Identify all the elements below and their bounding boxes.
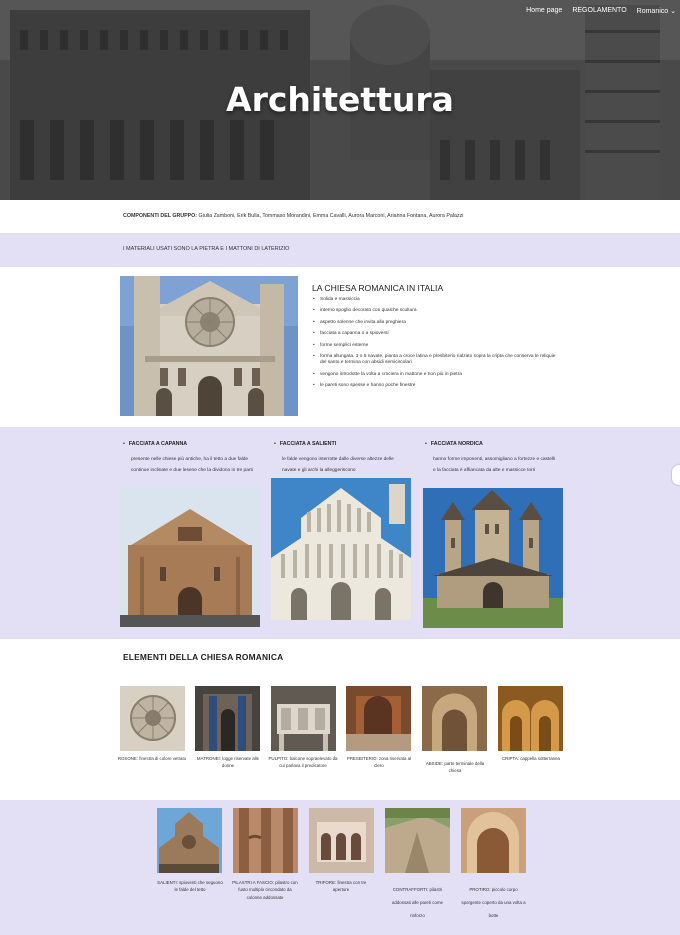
chiesa-title: LA CHIESA ROMANICA IN ITALIA [312, 283, 444, 293]
caption-term: TRIFORE: [315, 880, 337, 885]
list-item: aspetto solenne che invita alla preghier… [313, 320, 558, 326]
caption-rosone: ROSONE: finestra di colore vetrato [116, 755, 188, 762]
salienti-image [157, 808, 222, 873]
facciata-salienti-title: FACCIATA A SALIENTI [274, 441, 336, 447]
hero-banner: Home page REGOLAMENTO Romanico ⌄ Archite… [0, 0, 680, 200]
facciata-capanna-title: FACCIATA A CAPANNA [123, 441, 187, 447]
nav-regolamento[interactable]: REGOLAMENTO [572, 7, 626, 15]
caption-protiro: PROTIRO: piccolo corpo sporgente coperto… [459, 883, 528, 922]
facciata-salienti-desc: le falde vengono interrotte dalle divers… [282, 457, 394, 473]
facciata-salienti-image [271, 478, 411, 620]
contrafforti-image [385, 808, 450, 873]
caption-contrafforti: CONTRAFFORTI: pilastri addossati alle pa… [385, 883, 450, 922]
facciata-nordica-title: FACCIATA NORDICA [425, 441, 483, 447]
elementi-section: ELEMENTI DELLA CHIESA ROMANICA ROSONE: f… [0, 639, 680, 800]
caption-term: ROSONE: [117, 756, 139, 761]
caption-term: SALIENTI: [157, 880, 178, 885]
facciata-capanna-image [120, 487, 260, 627]
group-members: COMPONENTI DEL GRUPPO: Giulia Zamboni, E… [123, 213, 463, 219]
list-item: interno spoglio decorato con qualche scu… [313, 308, 558, 314]
facciata-nordica-image [423, 488, 563, 628]
caption-term: CRIPTA: [501, 756, 519, 761]
materials-text: I MATERIALI USATI SONO LA PIETRA E I MAT… [123, 246, 290, 252]
list-item: forma allungata, 3 o 5 navate, pianta a … [313, 354, 558, 366]
caption-cripta: CRIPTA: cappella sotterranea [498, 755, 564, 762]
nav-romanico[interactable]: Romanico ⌄ [637, 7, 676, 15]
caption-desc: logge riservate alle donne [221, 756, 260, 769]
caption-pilastri: PILASTRI A FASCIO: pilastro con fusto mu… [231, 879, 299, 901]
caption-desc: finestra di colore vetrato [138, 756, 187, 761]
elementi-title: ELEMENTI DELLA CHIESA ROMANICA [123, 652, 284, 662]
top-navigation: Home page REGOLAMENTO Romanico ⌄ [526, 7, 680, 15]
nav-home[interactable]: Home page [526, 7, 562, 15]
chevron-down-icon: ⌄ [670, 8, 676, 15]
caption-term: PILASTRI A FASCIO: [232, 880, 275, 885]
facciata-nordica-desc: hanno forme imponenti, assomigliano a fo… [433, 457, 556, 473]
caption-desc: spioventi che seguono le falde del tetto [174, 880, 223, 893]
caption-salienti: SALIENTI: spioventi che seguono le falde… [157, 879, 223, 894]
pulpito-image [271, 686, 336, 751]
caption-presbiterio: PRESBITERIO: zona riservata al clero [343, 755, 415, 770]
chiesa-romanica-section: LA CHIESA ROMANICA IN ITALIA Solida e ma… [0, 267, 680, 427]
cripta-image [498, 686, 563, 751]
protiro-image [461, 808, 526, 873]
list-item: le pareti sono spesse e hanno poche fine… [313, 383, 558, 389]
page-title: Architettura [226, 80, 454, 119]
materials-section: I MATERIALI USATI SONO LA PIETRA E I MAT… [0, 233, 680, 267]
caption-desc: finestra con tre aperture [332, 880, 367, 893]
elementi-row2-section: SALIENTI: spioventi che seguono le falde… [0, 800, 680, 935]
facciata-capanna-desc: presente nelle chiese più antiche, ha il… [131, 457, 253, 473]
caption-trifore: TRIFORE: finestra con tre aperture [307, 879, 375, 894]
abside-image [422, 686, 487, 751]
chiesa-feature-list: Solida e massiccia interno spoglio decor… [313, 297, 558, 395]
group-label: COMPONENTI DEL GRUPPO: [123, 213, 198, 219]
caption-term: PRESBITERIO: [346, 756, 378, 761]
caption-pulpito: PULPITO: balcone sopraelevato da cui par… [268, 755, 338, 770]
pilastri-image [233, 808, 298, 873]
caption-desc: parte terminale della chiesa [443, 761, 485, 774]
group-section: COMPONENTI DEL GRUPPO: Giulia Zamboni, E… [0, 200, 680, 233]
caption-desc: balcone sopraelevato da cui parlava il p… [279, 756, 338, 769]
caption-term: CONTRAFFORTI: [392, 887, 429, 892]
nav-romanico-label: Romanico [636, 8, 669, 15]
cathedral-facade-image [120, 276, 298, 416]
caption-term: ABSIDE: [425, 761, 444, 766]
facciate-section: FACCIATA A CAPANNA presente nelle chiese… [0, 427, 680, 639]
caption-term: MATRONEI: [196, 756, 221, 761]
caption-abside: ABSIDE: parte terminale della chiesa [424, 760, 486, 775]
group-names: Giulia Zamboni, Erik Bulla, Tommaso Mora… [197, 213, 464, 219]
list-item: facciata a capanna o a spioventi [313, 331, 558, 337]
caption-term: PULPITO: [268, 756, 289, 761]
rosone-image [120, 686, 185, 751]
caption-matronei: MATRONEI: logge riservate alle donne [193, 755, 263, 770]
trifore-image [309, 808, 374, 873]
caption-desc: cappella sotterranea [518, 756, 560, 761]
caption-term: PROTIRO: [469, 887, 491, 892]
caption-desc: zona riservata al clero [374, 756, 412, 769]
list-item: Solida e massiccia [313, 297, 558, 303]
list-item: vengono introdotte la volta a crociera i… [313, 372, 558, 378]
list-item: forme semplici esterne [313, 343, 558, 349]
presbiterio-image [346, 686, 411, 751]
scroll-arrow-tab[interactable] [672, 465, 680, 485]
matronei-image [195, 686, 260, 751]
